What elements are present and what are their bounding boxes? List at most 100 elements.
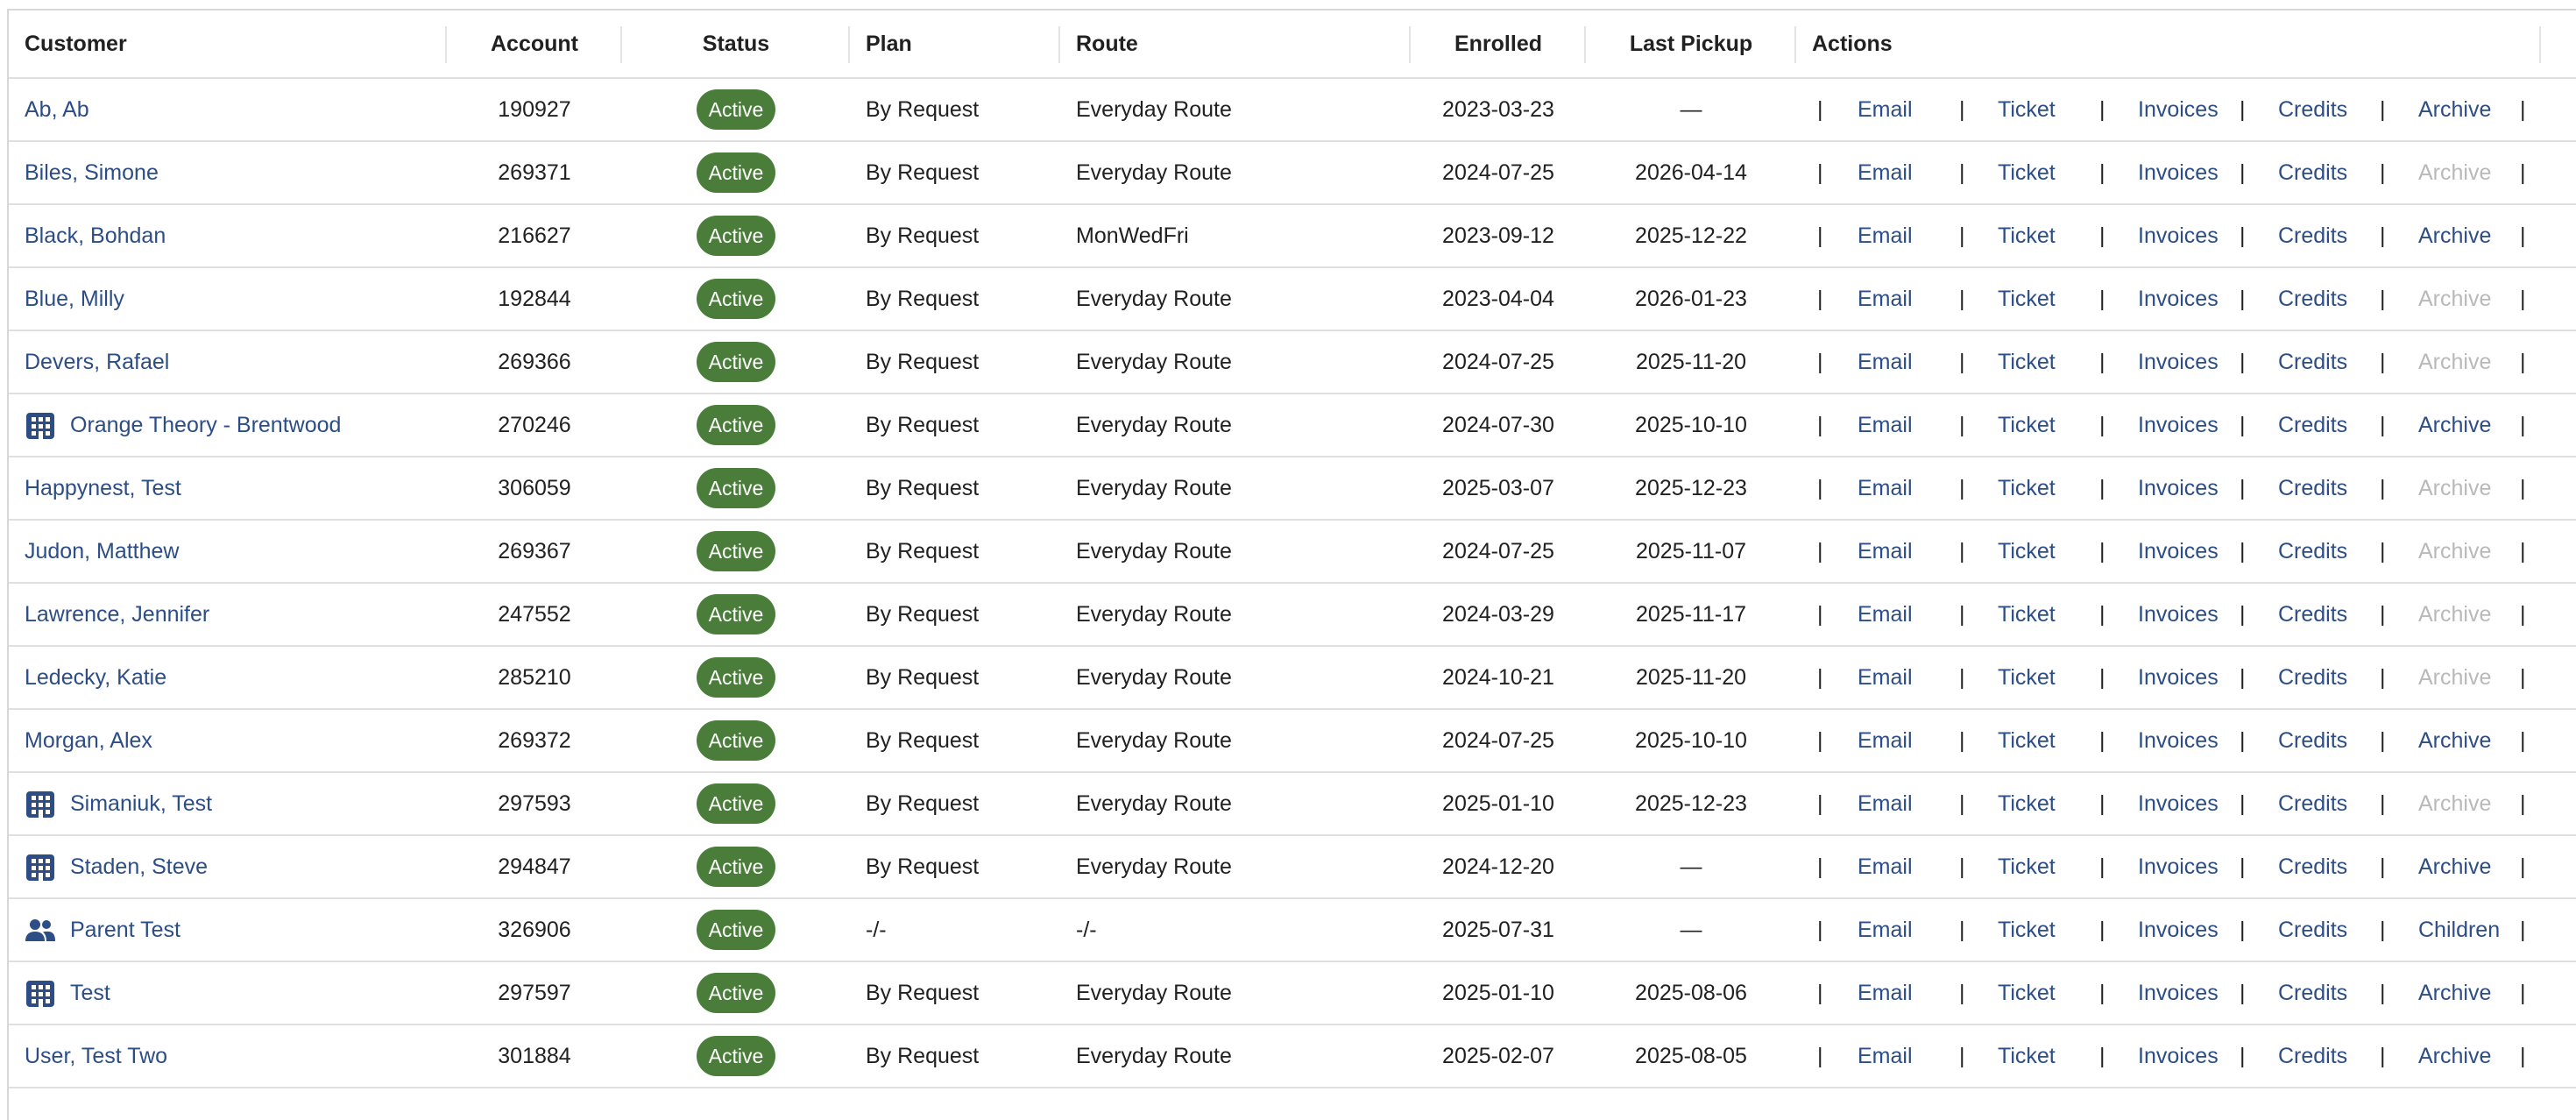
email-link[interactable]: Email [1858, 79, 1913, 140]
column-header-last-pickup[interactable]: Last Pickup [1586, 11, 1796, 77]
ticket-link[interactable]: Ticket [1998, 962, 2056, 1024]
ticket-link[interactable]: Ticket [1998, 394, 2056, 456]
invoices-link[interactable]: Invoices [2138, 457, 2219, 519]
invoices-link[interactable]: Invoices [2138, 836, 2219, 897]
invoices-link[interactable]: Invoices [2138, 79, 2219, 140]
column-header-status[interactable]: Status [622, 11, 850, 77]
column-divider[interactable] [1794, 26, 1796, 63]
email-link[interactable]: Email [1858, 142, 1913, 203]
email-link[interactable]: Email [1858, 773, 1913, 834]
customer-link[interactable]: Biles, Simone [25, 160, 159, 186]
credits-link[interactable]: Credits [2278, 899, 2347, 961]
invoices-link[interactable]: Invoices [2138, 142, 2219, 203]
credits-link[interactable]: Credits [2278, 773, 2347, 834]
column-divider[interactable] [2539, 26, 2541, 63]
ticket-link[interactable]: Ticket [1998, 1025, 2056, 1087]
credits-link[interactable]: Credits [2278, 79, 2347, 140]
email-link[interactable]: Email [1858, 899, 1913, 961]
email-link[interactable]: Email [1858, 1025, 1913, 1087]
ticket-link[interactable]: Ticket [1998, 584, 2056, 645]
table-row: Devers, Rafael 269366 Active By Request Ever… [9, 331, 2576, 394]
invoices-link[interactable]: Invoices [2138, 268, 2219, 330]
archive-link[interactable]: Archive [2418, 394, 2491, 456]
archive-link[interactable]: Archive [2418, 79, 2491, 140]
customer-link[interactable]: Orange Theory - Brentwood [70, 413, 341, 438]
email-link[interactable]: Email [1858, 962, 1913, 1024]
customer-link[interactable]: Devers, Rafael [25, 350, 169, 375]
invoices-link[interactable]: Invoices [2138, 710, 2219, 771]
credits-link[interactable]: Credits [2278, 962, 2347, 1024]
credits-link[interactable]: Credits [2278, 836, 2347, 897]
credits-link[interactable]: Credits [2278, 394, 2347, 456]
email-link[interactable]: Email [1858, 647, 1913, 708]
ticket-link[interactable]: Ticket [1998, 773, 2056, 834]
invoices-link[interactable]: Invoices [2138, 773, 2219, 834]
column-header-customer[interactable]: Customer [25, 11, 127, 77]
credits-link[interactable]: Credits [2278, 457, 2347, 519]
credits-link[interactable]: Credits [2278, 521, 2347, 582]
credits-link[interactable]: Credits [2278, 142, 2347, 203]
ticket-link[interactable]: Ticket [1998, 647, 2056, 708]
invoices-link[interactable]: Invoices [2138, 521, 2219, 582]
invoices-link[interactable]: Invoices [2138, 647, 2219, 708]
ticket-link[interactable]: Ticket [1998, 79, 2056, 140]
ticket-link[interactable]: Ticket [1998, 836, 2056, 897]
column-header-enrolled[interactable]: Enrolled [1411, 11, 1586, 77]
column-header-plan[interactable]: Plan [866, 11, 912, 77]
customer-link[interactable]: Parent Test [70, 918, 180, 943]
credits-link[interactable]: Credits [2278, 1025, 2347, 1087]
credits-link[interactable]: Credits [2278, 268, 2347, 330]
customer-link[interactable]: Test [70, 981, 110, 1006]
customer-link[interactable]: Morgan, Alex [25, 728, 152, 754]
email-link[interactable]: Email [1858, 710, 1913, 771]
email-link[interactable]: Email [1858, 836, 1913, 897]
ticket-link[interactable]: Ticket [1998, 457, 2056, 519]
archive-link[interactable]: Archive [2418, 205, 2491, 266]
email-link[interactable]: Email [1858, 331, 1913, 393]
invoices-link[interactable]: Invoices [2138, 899, 2219, 961]
invoices-link[interactable]: Invoices [2138, 1025, 2219, 1087]
customer-link[interactable]: Ab, Ab [25, 97, 89, 123]
customer-link[interactable]: Simaniuk, Test [70, 791, 212, 817]
customer-link[interactable]: Ledecky, Katie [25, 665, 166, 691]
invoices-link[interactable]: Invoices [2138, 205, 2219, 266]
customer-link[interactable]: User, Test Two [25, 1044, 167, 1069]
archive-link[interactable]: Archive [2418, 962, 2491, 1024]
customer-link[interactable]: Staden, Steve [70, 854, 208, 880]
credits-link[interactable]: Credits [2278, 205, 2347, 266]
email-link[interactable]: Email [1858, 584, 1913, 645]
ticket-link[interactable]: Ticket [1998, 268, 2056, 330]
ticket-link[interactable]: Ticket [1998, 710, 2056, 771]
archive-link[interactable]: Archive [2418, 710, 2491, 771]
column-divider[interactable] [848, 26, 850, 63]
invoices-link[interactable]: Invoices [2138, 394, 2219, 456]
email-link[interactable]: Email [1858, 205, 1913, 266]
ticket-link[interactable]: Ticket [1998, 521, 2056, 582]
customer-link[interactable]: Happynest, Test [25, 476, 181, 501]
customer-link[interactable]: Judon, Matthew [25, 539, 180, 564]
credits-link[interactable]: Credits [2278, 584, 2347, 645]
column-header-route[interactable]: Route [1076, 11, 1138, 77]
column-divider[interactable] [1058, 26, 1060, 63]
ticket-link[interactable]: Ticket [1998, 331, 2056, 393]
customer-link[interactable]: Blue, Milly [25, 287, 124, 312]
invoices-link[interactable]: Invoices [2138, 962, 2219, 1024]
ticket-link[interactable]: Ticket [1998, 205, 2056, 266]
invoices-link[interactable]: Invoices [2138, 584, 2219, 645]
email-link[interactable]: Email [1858, 521, 1913, 582]
invoices-link[interactable]: Invoices [2138, 331, 2219, 393]
email-link[interactable]: Email [1858, 394, 1913, 456]
credits-link[interactable]: Credits [2278, 647, 2347, 708]
column-header-account[interactable]: Account [447, 11, 622, 77]
ticket-link[interactable]: Ticket [1998, 899, 2056, 961]
email-link[interactable]: Email [1858, 268, 1913, 330]
credits-link[interactable]: Credits [2278, 331, 2347, 393]
credits-link[interactable]: Credits [2278, 710, 2347, 771]
email-link[interactable]: Email [1858, 457, 1913, 519]
archive-link[interactable]: Archive [2418, 836, 2491, 897]
archive-link[interactable]: Archive [2418, 1025, 2491, 1087]
children-link[interactable]: Children [2418, 899, 2500, 961]
customer-link[interactable]: Black, Bohdan [25, 223, 166, 249]
customer-link[interactable]: Lawrence, Jennifer [25, 602, 209, 627]
ticket-link[interactable]: Ticket [1998, 142, 2056, 203]
